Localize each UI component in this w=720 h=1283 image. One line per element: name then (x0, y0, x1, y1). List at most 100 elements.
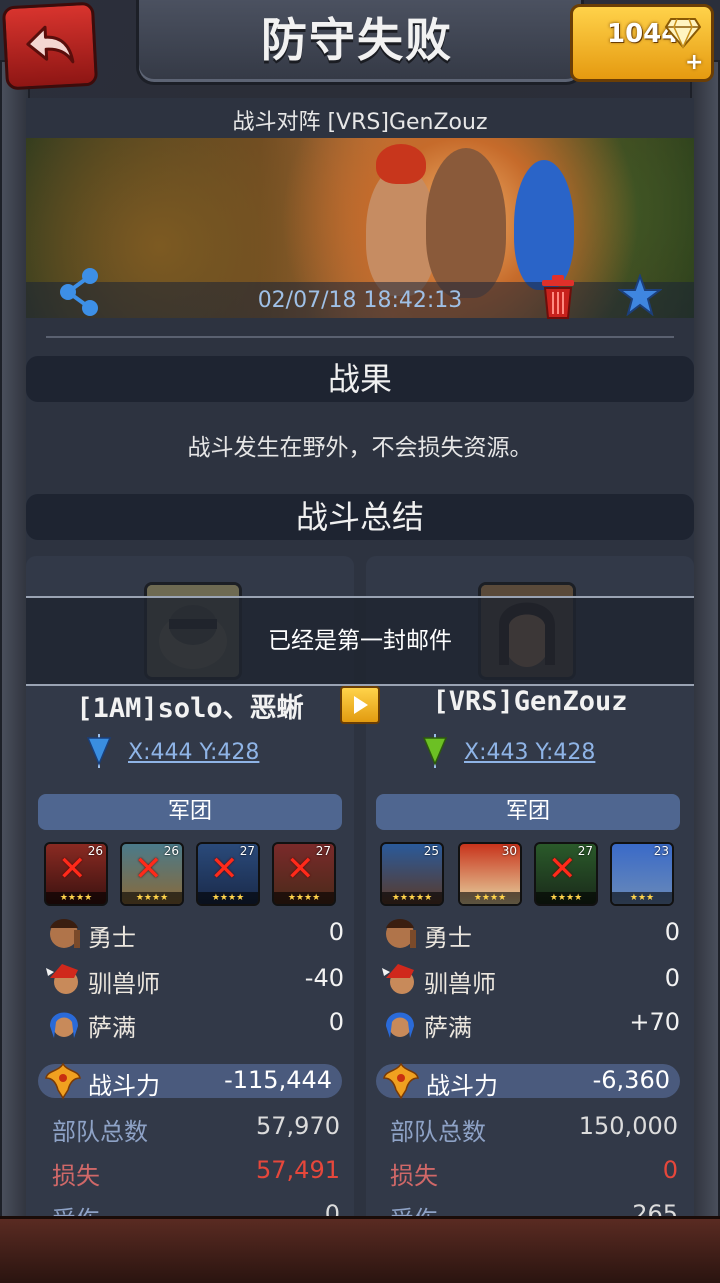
unit-value: 0 (328, 1008, 344, 1036)
unit-value: 0 (664, 964, 680, 992)
stat-value: 0 (662, 1156, 678, 1184)
hero-level: 23 (653, 844, 669, 858)
warrior-icon (386, 919, 416, 948)
summary-header: 战斗总结 (26, 494, 694, 540)
power-label: 战斗力 (88, 1072, 160, 1100)
attacker-hero-1[interactable]: 26 ✕ ★★★★ (44, 842, 108, 906)
unit-label: 勇士 (88, 924, 136, 952)
defender-hero-3[interactable]: 27 ✕ ★★★★ (534, 842, 598, 906)
attacker-unit-shaman: 萨满 0 (44, 1004, 344, 1044)
unit-label: 萨满 (88, 1014, 136, 1042)
battle-report-panel[interactable]: 战斗对阵 [VRS]GenZouz 02/07/18 18:42:13 战果 战… (26, 98, 694, 1216)
unit-value: 0 (664, 918, 680, 946)
defeated-x-icon: ✕ (58, 849, 87, 889)
hero-level: 27 (315, 844, 331, 858)
stat-label: 受伤 (52, 1200, 100, 1216)
attacker-wounded: 受伤 0 (52, 1200, 340, 1216)
battle-opponent-title: 战斗对阵 [VRS]GenZouz (232, 110, 488, 135)
unit-value: +70 (629, 1008, 680, 1036)
hero-stars: ★★★★ (274, 892, 334, 904)
stat-label: 部队总数 (52, 1118, 148, 1146)
stat-label: 损失 (52, 1162, 100, 1190)
defender-losses: 损失 0 (390, 1156, 678, 1192)
attacker-unit-warrior: 勇士 0 (44, 914, 344, 954)
hero-level: 26 (87, 844, 103, 858)
phoenix-icon (383, 1062, 419, 1100)
gem-counter[interactable]: 1044 + (570, 4, 714, 82)
hero-level: 30 (501, 844, 517, 858)
attacker-losses: 损失 57,491 (52, 1156, 340, 1192)
attacker-flag-icon (86, 734, 112, 768)
hero-level: 27 (239, 844, 255, 858)
hero-stars: ★★★★ (198, 892, 258, 904)
defender-total-troops: 部队总数 150,000 (390, 1112, 678, 1148)
stat-label: 受伤 (390, 1200, 438, 1216)
trash-icon[interactable] (538, 274, 578, 320)
stat-label: 部队总数 (390, 1118, 486, 1146)
power-value: -115,444 (224, 1066, 332, 1094)
hero-stars: ★★★ (612, 892, 672, 904)
hero-level: 25 (423, 844, 439, 858)
defender-coords-link[interactable]: X:443 Y:428 (464, 740, 595, 765)
attacker-power-bar: 战斗力 -115,444 (38, 1062, 342, 1100)
defeated-x-icon: ✕ (286, 849, 315, 889)
shaman-icon (50, 1012, 78, 1038)
stat-value: 57,491 (256, 1156, 340, 1184)
power-label: 战斗力 (426, 1072, 498, 1100)
plus-icon[interactable]: + (685, 52, 705, 74)
defender-name: [VRS]GenZouz (432, 686, 628, 717)
stat-value: 57,970 (256, 1112, 340, 1140)
stat-label: 损失 (390, 1162, 438, 1190)
attacker-hero-3[interactable]: 27 ✕ ★★★★ (196, 842, 260, 906)
unit-label: 驯兽师 (424, 970, 496, 998)
toast-message: 已经是第一封邮件 (26, 596, 694, 686)
defender-hero-2[interactable]: 30 ★★★★ (458, 842, 522, 906)
hero-level: 27 (577, 844, 593, 858)
unit-label: 勇士 (424, 924, 472, 952)
attacker-coords-link[interactable]: X:444 Y:428 (128, 740, 259, 765)
diamond-icon (665, 18, 701, 49)
hero-stars: ★★★★★ (382, 892, 442, 904)
hero-stars: ★★★★ (122, 892, 182, 904)
hero-level: 26 (163, 844, 179, 858)
power-value: -6,360 (592, 1066, 670, 1094)
defender-flag-icon (422, 734, 448, 768)
favorite-star-icon[interactable] (618, 274, 662, 316)
divider (46, 336, 674, 338)
page-title: 防守失败 (261, 13, 453, 67)
frame-edge-right (690, 60, 720, 1220)
phoenix-icon (45, 1062, 81, 1100)
stat-value: 150,000 (578, 1112, 678, 1140)
back-button[interactable] (1, 1, 99, 91)
defender-unit-shaman: 萨满 +70 (380, 1004, 680, 1044)
attacker-hero-2[interactable]: 26 ✕ ★★★★ (120, 842, 184, 906)
battle-timestamp: 02/07/18 18:42:13 (257, 288, 463, 313)
attacker-total-troops: 部队总数 57,970 (52, 1112, 340, 1148)
defender-hero-4[interactable]: 23 ★★★ (610, 842, 674, 906)
back-arrow-icon (26, 25, 75, 64)
beast-tamer-icon (46, 964, 78, 994)
hero-stars: ★★★★ (536, 892, 596, 904)
attacker-hero-4[interactable]: 27 ✕ ★★★★ (272, 842, 336, 906)
result-header: 战果 (26, 356, 694, 402)
beast-tamer-icon (382, 964, 414, 994)
defender-unit-warrior: 勇士 0 (380, 914, 680, 954)
defeated-x-icon: ✕ (210, 849, 239, 889)
stat-value: 265 (632, 1200, 678, 1216)
bottom-frame (0, 1216, 720, 1283)
defender-unit-tamer: 驯兽师 0 (380, 960, 680, 1000)
defender-hero-1[interactable]: 25 ★★★★★ (380, 842, 444, 906)
defender-legion-bar: 军团 (376, 794, 680, 830)
attacker-unit-tamer: 驯兽师 -40 (44, 960, 344, 1000)
hero-stars: ★★★★ (460, 892, 520, 904)
defeated-x-icon: ✕ (134, 849, 163, 889)
hero-stars: ★★★★ (46, 892, 106, 904)
unit-value: 0 (328, 918, 344, 946)
unit-value: -40 (304, 964, 344, 992)
defender-power-bar: 战斗力 -6,360 (376, 1062, 680, 1100)
shaman-icon (386, 1012, 414, 1038)
unit-label: 萨满 (424, 1014, 472, 1042)
stat-value: 0 (324, 1200, 340, 1216)
defender-wounded: 受伤 265 (390, 1200, 678, 1216)
warrior-icon (50, 919, 80, 948)
